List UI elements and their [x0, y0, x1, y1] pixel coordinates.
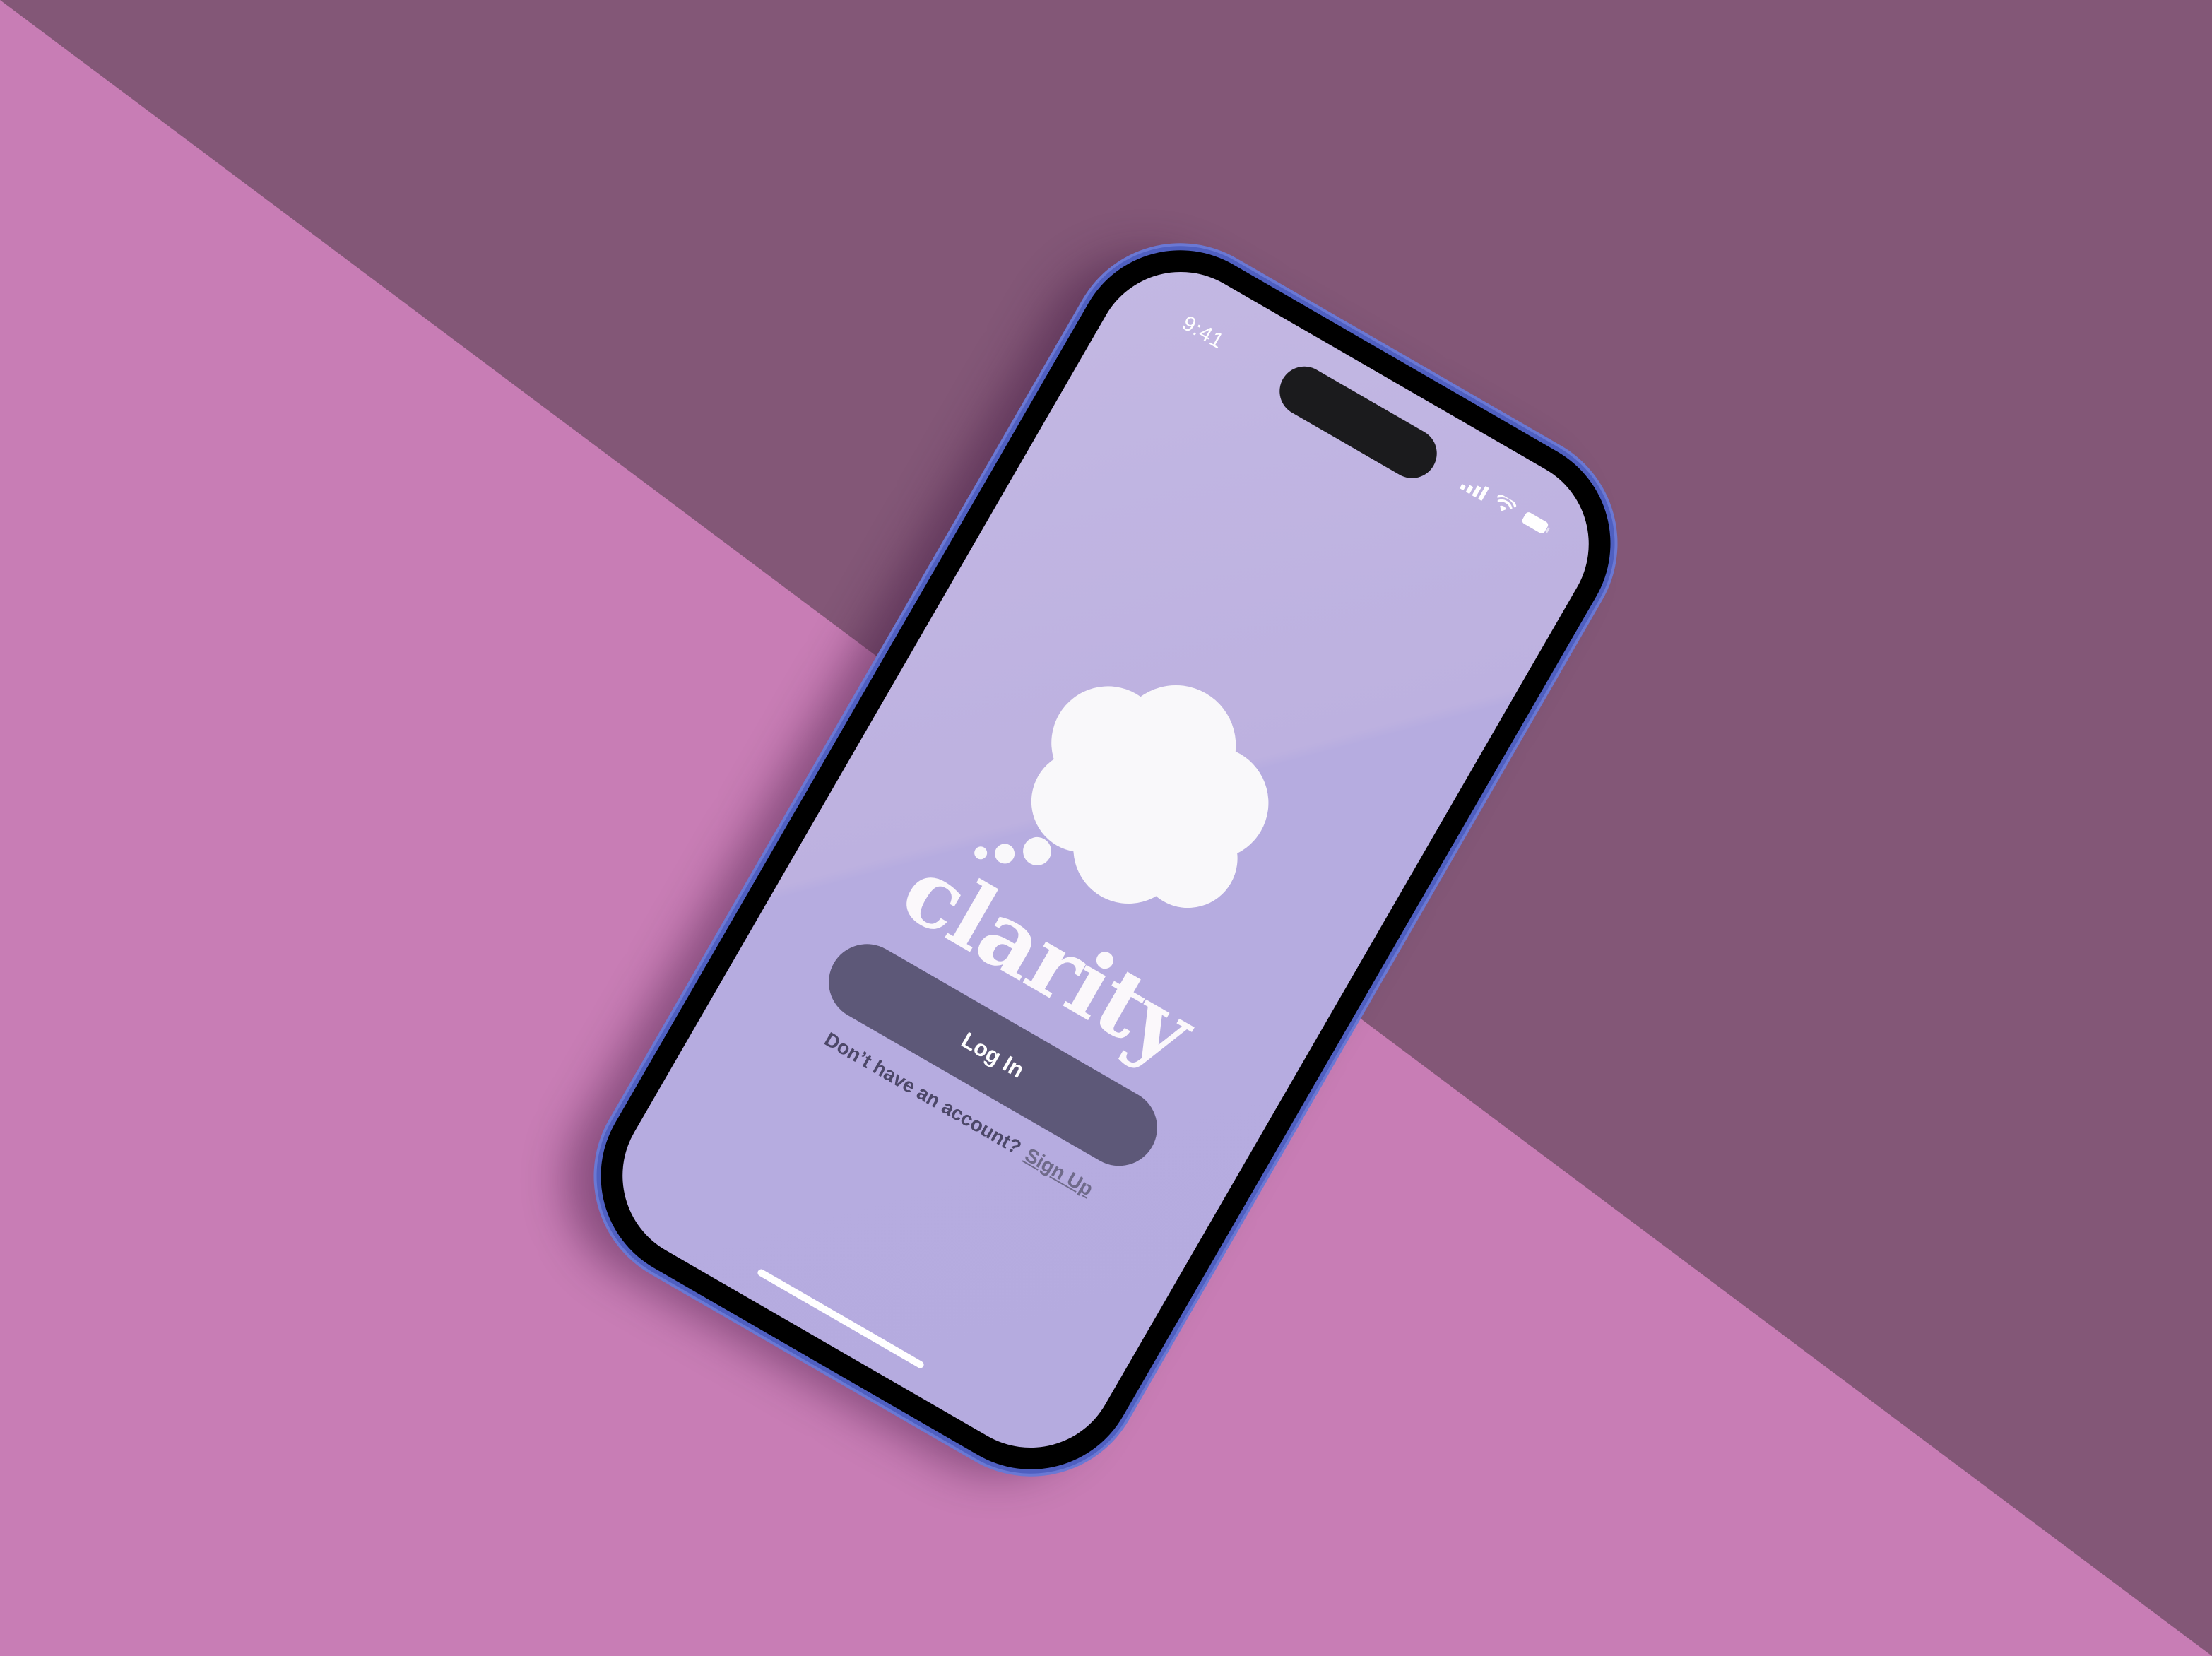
cellular-signal-icon: [1460, 475, 1489, 502]
phone-frame: 9:41 clarity Log In Don’t have an accoun…: [562, 211, 1650, 1508]
app-screen: 9:41 clarity Log In Don’t have an accoun…: [591, 240, 1621, 1479]
status-icons: [1460, 475, 1553, 538]
dynamic-island: [1270, 357, 1446, 487]
device-mockup: 9:41 clarity Log In Don’t have an accoun…: [0, 0, 2212, 1656]
battery-icon: [1520, 509, 1553, 538]
home-indicator[interactable]: [756, 1267, 925, 1370]
wifi-icon: [1491, 493, 1518, 517]
status-time: 9:41: [1178, 311, 1229, 354]
